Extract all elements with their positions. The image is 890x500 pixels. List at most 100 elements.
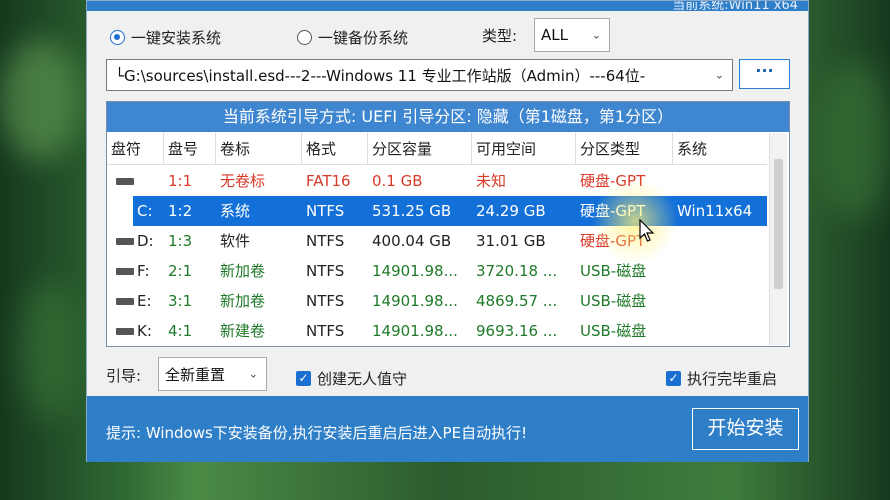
chevron-down-icon: ⌄ bbox=[714, 68, 724, 82]
cell-fmt: NTFS bbox=[306, 322, 345, 340]
cell-sys bbox=[673, 226, 767, 256]
hard-drive-icon bbox=[116, 328, 134, 335]
col-volume-label[interactable]: 卷标 bbox=[216, 133, 302, 165]
chevron-down-icon: ⌄ bbox=[248, 367, 258, 381]
cell-size: 14901.98... bbox=[372, 292, 458, 310]
partition-row[interactable]: K: 4:1 新建卷 NTFS 14901.98... 9693.16 ... USB-磁盘 bbox=[107, 316, 767, 346]
title-text: 当前系统:Win11 x64 bbox=[672, 1, 798, 11]
cell-drive: K: bbox=[137, 322, 152, 340]
footer-tip: 提示: Windows下安装备份,执行安装后重启后进入PE自动执行! bbox=[106, 424, 528, 442]
cursor-highlight bbox=[592, 178, 678, 264]
cell-label: 无卷标 bbox=[220, 172, 266, 190]
radio-backup-label: 一键备份系统 bbox=[318, 29, 409, 47]
type-select-value: ALL bbox=[541, 26, 568, 44]
checkbox-checked-icon: ✓ bbox=[666, 371, 681, 386]
cell-size: 0.1 GB bbox=[372, 172, 423, 190]
radio-backup-system[interactable]: 一键备份系统 bbox=[297, 27, 408, 48]
scrollbar-thumb[interactable] bbox=[774, 159, 783, 289]
checkbox-checked-icon: ✓ bbox=[296, 371, 311, 386]
cell-fmt: NTFS bbox=[306, 292, 345, 310]
boot-mode-value: 全新重置 bbox=[165, 365, 226, 384]
cell-fmt: FAT16 bbox=[306, 172, 351, 190]
type-select[interactable]: ALL ⌄ bbox=[534, 18, 610, 52]
hard-drive-icon bbox=[116, 178, 134, 185]
radio-unselected-icon bbox=[297, 30, 312, 45]
hard-drive-icon bbox=[116, 268, 134, 275]
cell-drive: C: bbox=[137, 202, 153, 220]
cell-ptype: USB-磁盘 bbox=[580, 292, 647, 310]
partition-row[interactable]: F: 2:1 新加卷 NTFS 14901.98... 3720.18 ... USB-磁盘 bbox=[107, 256, 767, 286]
boot-label: 引导: bbox=[106, 367, 142, 385]
cell-size: 531.25 GB bbox=[372, 202, 452, 220]
cell-free: 未知 bbox=[476, 172, 507, 190]
cell-ptype: USB-磁盘 bbox=[580, 322, 647, 340]
cell-num: 2:1 bbox=[168, 262, 193, 280]
windows-logo-icon bbox=[115, 202, 131, 218]
checkbox-unattended[interactable]: ✓ 创建无人值守 bbox=[296, 368, 407, 389]
column-headers: 盘符 盘号 卷标 格式 分区容量 可用空间 分区类型 系统 bbox=[107, 133, 767, 165]
checkbox-unattended-label: 创建无人值守 bbox=[317, 370, 408, 388]
cell-label: 新加卷 bbox=[220, 262, 266, 280]
background-foliage bbox=[20, 280, 80, 420]
cell-drive: D: bbox=[137, 232, 154, 250]
cell-sys bbox=[673, 316, 767, 346]
cell-size: 14901.98... bbox=[372, 262, 458, 280]
cell-num: 4:1 bbox=[168, 322, 193, 340]
checkbox-reboot[interactable]: ✓ 执行完毕重启 bbox=[666, 368, 777, 389]
cell-size: 400.04 GB bbox=[372, 232, 452, 250]
radio-selected-icon bbox=[110, 30, 125, 45]
background-foliage bbox=[0, 40, 80, 160]
cell-fmt: NTFS bbox=[306, 232, 345, 250]
partition-list: 当前系统引导方式: UEFI 引导分区: 隐藏（第1磁盘，第1分区） 盘符 盘号… bbox=[106, 101, 790, 347]
col-format[interactable]: 格式 bbox=[302, 133, 368, 165]
cell-drive: F: bbox=[137, 262, 150, 280]
radio-install-system[interactable]: 一键安装系统 bbox=[110, 27, 221, 48]
cell-label: 新建卷 bbox=[220, 322, 266, 340]
cell-sys: Win11x64 bbox=[677, 202, 753, 220]
col-drive[interactable]: 盘符 bbox=[107, 133, 164, 165]
title-bar: 当前系统:Win11 x64 bbox=[87, 1, 808, 11]
cell-size: 14901.98... bbox=[372, 322, 458, 340]
background-foliage bbox=[820, 60, 890, 220]
cell-drive: E: bbox=[137, 292, 152, 310]
cell-num: 1:3 bbox=[168, 232, 193, 250]
col-partition-type[interactable]: 分区类型 bbox=[576, 133, 673, 165]
start-install-button[interactable]: 开始安装 bbox=[692, 408, 799, 450]
partition-row[interactable]: E: 3:1 新加卷 NTFS 14901.98... 4869.57 ... USB-磁盘 bbox=[107, 286, 767, 316]
radio-install-label: 一键安装系统 bbox=[131, 29, 222, 47]
col-system[interactable]: 系统 bbox=[673, 133, 767, 165]
partition-row[interactable]: 1:1 无卷标 FAT16 0.1 GB 未知 硬盘-GPT bbox=[107, 166, 767, 196]
cell-fmt: NTFS bbox=[306, 202, 345, 220]
cell-free: 3720.18 ... bbox=[476, 262, 558, 280]
cell-label: 软件 bbox=[220, 232, 251, 250]
cell-num: 3:1 bbox=[168, 292, 193, 310]
cell-free: 9693.16 ... bbox=[476, 322, 558, 340]
cell-num: 1:2 bbox=[168, 202, 193, 220]
cell-free: 24.29 GB bbox=[476, 202, 546, 220]
cell-label: 系统 bbox=[220, 202, 251, 220]
cell-fmt: NTFS bbox=[306, 262, 345, 280]
col-capacity[interactable]: 分区容量 bbox=[368, 133, 472, 165]
installer-window: 当前系统:Win11 x64 一键安装系统 一键备份系统 类型: ALL ⌄ └… bbox=[86, 0, 809, 462]
cell-label: 新加卷 bbox=[220, 292, 266, 310]
boot-info-header: 当前系统引导方式: UEFI 引导分区: 隐藏（第1磁盘，第1分区） bbox=[107, 102, 789, 132]
hard-drive-icon bbox=[116, 298, 134, 305]
cell-sys bbox=[673, 286, 767, 316]
mouse-cursor-icon bbox=[639, 219, 655, 242]
image-path-value: └G:\sources\install.esd---2---Windows 11… bbox=[115, 66, 646, 85]
image-path-select[interactable]: └G:\sources\install.esd---2---Windows 11… bbox=[106, 59, 733, 91]
hard-drive-icon bbox=[116, 238, 134, 245]
footer-bar: 提示: Windows下安装备份,执行安装后重启后进入PE自动执行! 开始安装 bbox=[87, 396, 808, 462]
cell-num: 1:1 bbox=[168, 172, 193, 190]
chevron-down-icon: ⌄ bbox=[591, 28, 601, 42]
cell-drive bbox=[133, 166, 164, 196]
cell-free: 31.01 GB bbox=[476, 232, 546, 250]
boot-mode-select[interactable]: 全新重置 ⌄ bbox=[158, 357, 267, 391]
col-disk-number[interactable]: 盘号 bbox=[164, 133, 216, 165]
browse-button[interactable]: ··· bbox=[739, 59, 790, 89]
type-label: 类型: bbox=[482, 27, 518, 45]
col-free-space[interactable]: 可用空间 bbox=[472, 133, 576, 165]
cell-sys bbox=[673, 166, 767, 196]
vertical-scrollbar[interactable] bbox=[769, 133, 787, 345]
checkbox-reboot-label: 执行完毕重启 bbox=[687, 370, 778, 388]
